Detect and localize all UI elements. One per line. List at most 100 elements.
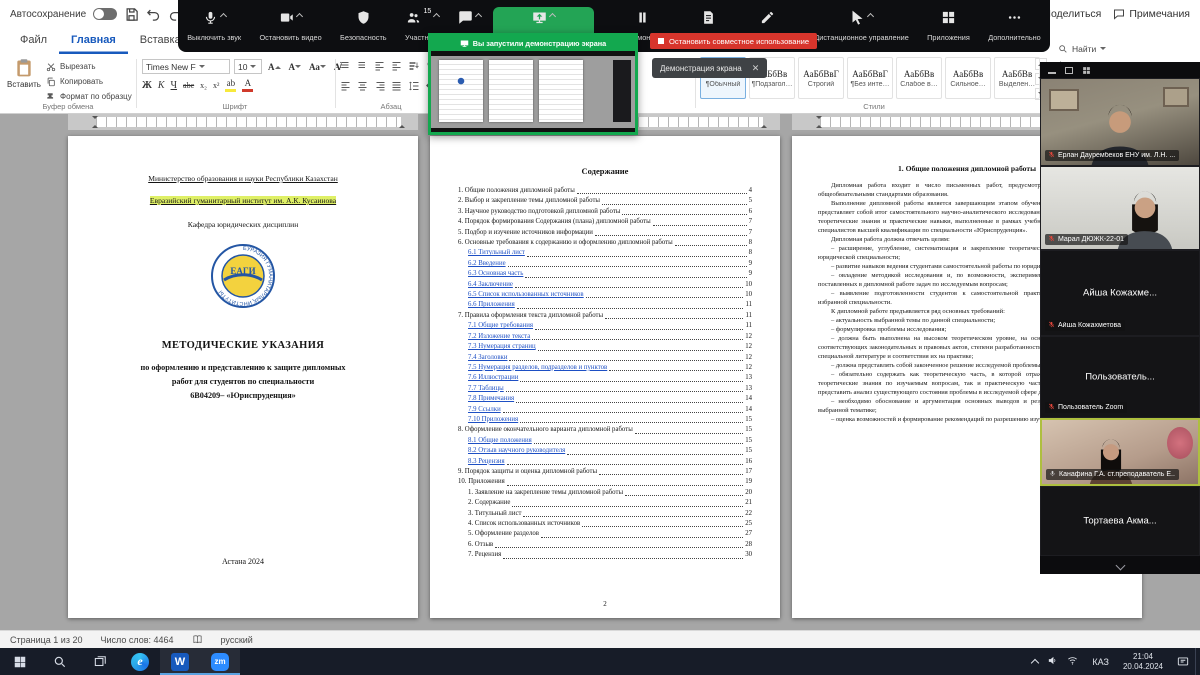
status-words[interactable]: Число слов: 4464 bbox=[100, 635, 173, 645]
proofing-book-icon[interactable] bbox=[192, 634, 203, 645]
hidden-icons-chevron[interactable] bbox=[1031, 659, 1039, 667]
zoom-mute-button[interactable]: Выключить звук bbox=[178, 0, 250, 52]
underline-button[interactable]: Ч bbox=[171, 80, 178, 91]
toc-link[interactable]: 6.4 Заключение bbox=[468, 280, 513, 290]
chevron-up-icon[interactable] bbox=[220, 13, 227, 20]
align-justify-icon[interactable] bbox=[391, 80, 403, 92]
save-icon[interactable] bbox=[124, 7, 139, 22]
toc-link[interactable]: 7.9 Ссылки bbox=[468, 405, 501, 415]
sort-icon[interactable] bbox=[408, 60, 420, 72]
taskbar-app-zoom[interactable]: zm bbox=[200, 648, 240, 675]
toc-link[interactable]: 6.2 Введение bbox=[468, 259, 506, 269]
style-chip[interactable]: АаБбВвВыделен… bbox=[994, 57, 1040, 99]
tab-Файл[interactable]: Файл bbox=[8, 28, 59, 54]
panel-minimize-icon[interactable] bbox=[1048, 61, 1056, 79]
paste-button[interactable]: Вставить bbox=[6, 58, 42, 104]
close-icon[interactable]: ✕ bbox=[752, 63, 760, 74]
action-center-button[interactable] bbox=[1171, 648, 1195, 675]
participant-tile[interactable]: Ерлан Даурембеков ЕНУ им. Л.Н. ... bbox=[1040, 78, 1200, 166]
toc-link[interactable]: 7.4 Заголовки bbox=[468, 353, 507, 363]
share-preview-window[interactable]: Вы запустили демонстрацию экрана bbox=[428, 33, 638, 135]
bold-button[interactable]: Ж bbox=[142, 80, 152, 91]
taskbar-app-edge[interactable]: e bbox=[120, 648, 160, 675]
show-desktop-button[interactable] bbox=[1195, 648, 1200, 675]
align-center-icon[interactable] bbox=[357, 80, 369, 92]
toc-link[interactable]: 8.2 Отзыв научного руководителя bbox=[468, 446, 565, 456]
participant-tile[interactable]: Канафина Г.А. ст.преподаватель Е.. bbox=[1040, 418, 1200, 486]
undo-icon[interactable] bbox=[146, 7, 161, 22]
toc-link[interactable]: 7.7 Таблицы bbox=[468, 384, 504, 394]
taskbar-app-word[interactable]: W bbox=[160, 648, 200, 675]
style-chip[interactable]: АаБбВвГ¶Без инте… bbox=[847, 57, 893, 99]
toc-link[interactable]: 6.3 Основная часть bbox=[468, 269, 523, 279]
zoom-security-button[interactable]: Безопасность bbox=[331, 0, 396, 52]
strikethrough-button[interactable]: abc bbox=[183, 81, 194, 90]
cut-button[interactable]: Вырезать bbox=[46, 60, 132, 73]
comments-button[interactable]: Примечания bbox=[1113, 8, 1190, 20]
toc-link[interactable]: 8.3 Рецензия bbox=[468, 457, 505, 467]
stop-share-button[interactable]: Остановить совместное использование bbox=[650, 33, 817, 49]
toc-link[interactable]: 7.6 Иллюстрации bbox=[468, 373, 518, 383]
search-button[interactable] bbox=[40, 648, 80, 675]
indent-icon[interactable] bbox=[391, 60, 403, 72]
zoom-apps-button[interactable]: Приложения bbox=[918, 0, 979, 52]
toc-link[interactable]: 7.8 Примечания bbox=[468, 394, 514, 404]
zoom-remote-control-button[interactable]: Дистанционное управление bbox=[805, 0, 918, 52]
align-left-icon[interactable] bbox=[340, 80, 352, 92]
status-language[interactable]: русский bbox=[221, 635, 253, 645]
font-family-select[interactable]: Times New F bbox=[142, 59, 230, 74]
panel-gallery-view-icon[interactable] bbox=[1082, 66, 1091, 75]
line-spacing-icon[interactable] bbox=[408, 80, 420, 92]
toc-link[interactable]: 6.1 Титульный лист bbox=[468, 248, 525, 258]
language-indicator[interactable]: КАЗ bbox=[1086, 657, 1115, 667]
numbering-icon[interactable] bbox=[357, 60, 369, 72]
zoom-more-button[interactable]: Дополнительно bbox=[979, 0, 1050, 52]
toc-link[interactable]: 7.5 Нумерация разделов, подразделов и пу… bbox=[468, 363, 607, 373]
copy-button[interactable]: Копировать bbox=[46, 75, 132, 88]
document-canvas[interactable]: Министерство образования и науки Республ… bbox=[0, 130, 1200, 630]
toc-link[interactable]: 8.1 Общие положения bbox=[468, 436, 532, 446]
style-chip[interactable]: АаБбВвСильное… bbox=[945, 57, 991, 99]
participant-tile[interactable]: Айша Кожахме...Айша Кожахметова bbox=[1040, 250, 1200, 336]
style-chip[interactable]: АаБбВвСлабое в… bbox=[896, 57, 942, 99]
status-page[interactable]: Страница 1 из 20 bbox=[10, 635, 82, 645]
autosave-toggle[interactable] bbox=[93, 8, 117, 20]
find-button[interactable]: Найти bbox=[1058, 42, 1168, 55]
align-right-icon[interactable] bbox=[374, 80, 386, 92]
toc-link[interactable]: 6.5 Список использованных источников bbox=[468, 290, 584, 300]
superscript-button[interactable]: х² bbox=[213, 81, 219, 90]
chevron-up-icon[interactable] bbox=[549, 13, 556, 20]
toc-link[interactable]: 7.2 Изложение текста bbox=[468, 332, 530, 342]
volume-icon[interactable] bbox=[1047, 653, 1058, 671]
start-button[interactable] bbox=[0, 648, 40, 675]
change-case-button[interactable]: Аа bbox=[307, 62, 328, 72]
zoom-video-button[interactable]: Остановить видео bbox=[250, 0, 331, 52]
participant-tile[interactable]: Тортаева Акма... bbox=[1040, 486, 1200, 556]
font-color-button[interactable]: А bbox=[242, 79, 253, 92]
italic-button[interactable]: К bbox=[158, 80, 165, 91]
highlight-color-button[interactable]: ab bbox=[225, 79, 236, 92]
task-view-button[interactable] bbox=[80, 648, 120, 675]
collapse-panel-button[interactable] bbox=[1040, 560, 1200, 574]
shrink-font-button[interactable]: А bbox=[287, 62, 304, 72]
tab-Главная[interactable]: Главная bbox=[59, 28, 128, 54]
toc-link[interactable]: 7.10 Приложения bbox=[468, 415, 518, 425]
panel-popout-icon[interactable] bbox=[1065, 61, 1073, 79]
toc-link[interactable]: 6.6 Приложения bbox=[468, 300, 515, 310]
network-icon[interactable] bbox=[1067, 653, 1078, 671]
chevron-up-icon[interactable] bbox=[433, 13, 440, 20]
toc-link[interactable]: 7.3 Нумерация страниц bbox=[468, 342, 536, 352]
toc-link[interactable]: 7.1 Общие требования bbox=[468, 321, 533, 331]
outdent-icon[interactable] bbox=[374, 60, 386, 72]
style-chip[interactable]: АаБбВвГСтрогий bbox=[798, 57, 844, 99]
bullets-icon[interactable] bbox=[340, 60, 352, 72]
grow-font-button[interactable]: А bbox=[266, 62, 283, 72]
font-size-select[interactable]: 10 bbox=[234, 59, 262, 74]
participant-tile[interactable]: Пользователь...Пользователь Zoom bbox=[1040, 336, 1200, 418]
subscript-button[interactable]: х₂ bbox=[200, 81, 207, 90]
chevron-up-icon[interactable] bbox=[867, 13, 874, 20]
clock[interactable]: 21:04 20.04.2024 bbox=[1115, 652, 1171, 671]
participant-tile[interactable]: Марал ДЮЖК-22-01 bbox=[1040, 166, 1200, 250]
chevron-up-icon[interactable] bbox=[475, 13, 482, 20]
chevron-up-icon[interactable] bbox=[296, 13, 303, 20]
